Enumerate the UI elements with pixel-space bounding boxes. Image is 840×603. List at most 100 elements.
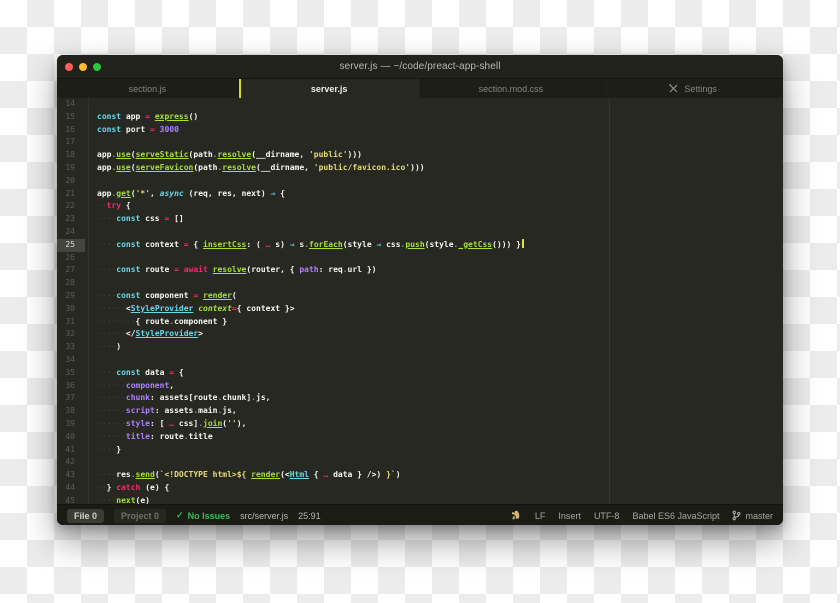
title-bar[interactable]: server.js — ~/code/preact-app-shell [57,55,783,79]
code-line[interactable]: 28 [57,277,783,290]
insert-mode[interactable]: Insert [558,511,581,521]
code-line[interactable]: 45····next(e) [57,495,783,504]
line-number[interactable]: 37 [57,392,85,405]
line-number[interactable]: 21 [57,188,85,201]
line-content[interactable]: ······style: [ … css].join(''), [85,418,246,431]
line-number[interactable]: 22 [57,200,85,213]
line-content[interactable]: ····res.send(`<!DOCTYPE html>${ render(<… [85,469,401,482]
line-content[interactable]: ····const data = { [85,367,184,380]
code-line[interactable]: 44··} catch (e) { [57,482,783,495]
line-number[interactable]: 43 [57,469,85,482]
line-number[interactable]: 36 [57,380,85,393]
line-content[interactable]: ······script: assets.main.js, [85,405,237,418]
tab-section-mod-css[interactable]: section.mod.css [421,79,603,98]
code-line[interactable]: 36······component, [57,380,783,393]
line-content[interactable]: ········{ route.component } [85,316,227,329]
project-count-chip[interactable]: Project 0 [114,509,166,523]
line-content[interactable] [85,226,97,239]
line-number[interactable]: 18 [57,149,85,162]
line-content[interactable]: ······</StyleProvider> [85,328,203,341]
git-branch[interactable]: master [732,510,773,521]
code-line[interactable]: 40······title: route.title [57,431,783,444]
line-number[interactable]: 45 [57,495,85,504]
line-content[interactable]: app.use(serveFavicon(path.resolve(__dirn… [85,162,425,175]
line-content[interactable] [85,175,97,188]
line-content[interactable]: ······chunk: assets[route.chunk].js, [85,392,270,405]
code-line[interactable]: 31········{ route.component } [57,316,783,329]
encoding[interactable]: UTF-8 [594,511,620,521]
code-line[interactable]: 35····const data = { [57,367,783,380]
line-number[interactable]: 28 [57,277,85,290]
line-content[interactable] [85,98,97,111]
line-number[interactable]: 23 [57,213,85,226]
line-content[interactable]: ····const component = render( [85,290,237,303]
tab-server-js[interactable]: server.js [239,79,421,98]
code-line[interactable]: 16const port = 3000 [57,124,783,137]
line-content[interactable]: ····) [85,341,121,354]
code-line[interactable]: 41····} [57,444,783,457]
grammar[interactable]: Babel ES6 JavaScript [632,511,719,521]
line-number[interactable]: 17 [57,136,85,149]
code-line[interactable]: 21app.get('*', async (req, res, next) ⇒ … [57,188,783,201]
line-content[interactable]: app.get('*', async (req, res, next) ⇒ { [85,188,285,201]
line-content[interactable]: const app = express() [85,111,198,124]
line-content[interactable]: ··} catch (e) { [85,482,169,495]
line-content[interactable]: ······component, [85,380,174,393]
line-content[interactable] [85,456,97,469]
line-number[interactable]: 31 [57,316,85,329]
line-number[interactable]: 42 [57,456,85,469]
line-content[interactable] [85,252,97,265]
line-number[interactable]: 16 [57,124,85,137]
code-line[interactable]: 14 [57,98,783,111]
code-line[interactable]: 24 [57,226,783,239]
line-content[interactable]: app.use(serveStatic(path.resolve(__dirna… [85,149,362,162]
code-line[interactable]: 34 [57,354,783,367]
line-number[interactable]: 35 [57,367,85,380]
line-number[interactable]: 14 [57,98,85,111]
line-content[interactable] [85,277,97,290]
line-number[interactable]: 38 [57,405,85,418]
file-path[interactable]: src/server.js [240,511,288,521]
code-line[interactable]: 38······script: assets.main.js, [57,405,783,418]
code-line[interactable]: 25····const context = { insertCss: ( … s… [57,239,783,252]
line-number[interactable]: 33 [57,341,85,354]
code-line[interactable]: 20 [57,175,783,188]
line-content[interactable]: ··try { [85,200,131,213]
code-line[interactable]: 15const app = express() [57,111,783,124]
code-editor[interactable]: 1415const app = express()16const port = … [57,98,783,504]
line-number[interactable]: 25 [57,239,85,252]
line-number[interactable]: 30 [57,303,85,316]
code-line[interactable]: 43····res.send(`<!DOCTYPE html>${ render… [57,469,783,482]
code-line[interactable]: 32······</StyleProvider> [57,328,783,341]
file-count-chip[interactable]: File 0 [67,509,104,523]
line-number[interactable]: 39 [57,418,85,431]
issues-status[interactable]: ✓ No Issues [176,510,230,521]
line-number[interactable]: 44 [57,482,85,495]
line-number[interactable]: 26 [57,252,85,265]
line-content[interactable]: const port = 3000 [85,124,179,137]
line-content[interactable]: ····const context = { insertCss: ( … s) … [85,239,524,252]
code-line[interactable]: 33····) [57,341,783,354]
code-line[interactable]: 17 [57,136,783,149]
line-number[interactable]: 29 [57,290,85,303]
line-number[interactable]: 19 [57,162,85,175]
line-content[interactable] [85,354,97,367]
code-line[interactable]: 27····const route = await resolve(router… [57,264,783,277]
line-content[interactable]: ······title: route.title [85,431,213,444]
code-line[interactable]: 23····const css = [] [57,213,783,226]
tab-section-js[interactable]: section.js [57,79,239,98]
line-number[interactable]: 15 [57,111,85,124]
code-line[interactable]: 18app.use(serveStatic(path.resolve(__dir… [57,149,783,162]
line-number[interactable]: 20 [57,175,85,188]
line-number[interactable]: 24 [57,226,85,239]
code-line[interactable]: 26 [57,252,783,265]
code-line[interactable]: 37······chunk: assets[route.chunk].js, [57,392,783,405]
tab-settings[interactable]: Settings [602,79,783,98]
line-number[interactable]: 34 [57,354,85,367]
code-line[interactable]: 29····const component = render( [57,290,783,303]
code-line[interactable]: 39······style: [ … css].join(''), [57,418,783,431]
line-content[interactable]: ····const css = [] [85,213,184,226]
squirrel-icon[interactable] [511,510,522,521]
line-number[interactable]: 40 [57,431,85,444]
code-line[interactable]: 22··try { [57,200,783,213]
